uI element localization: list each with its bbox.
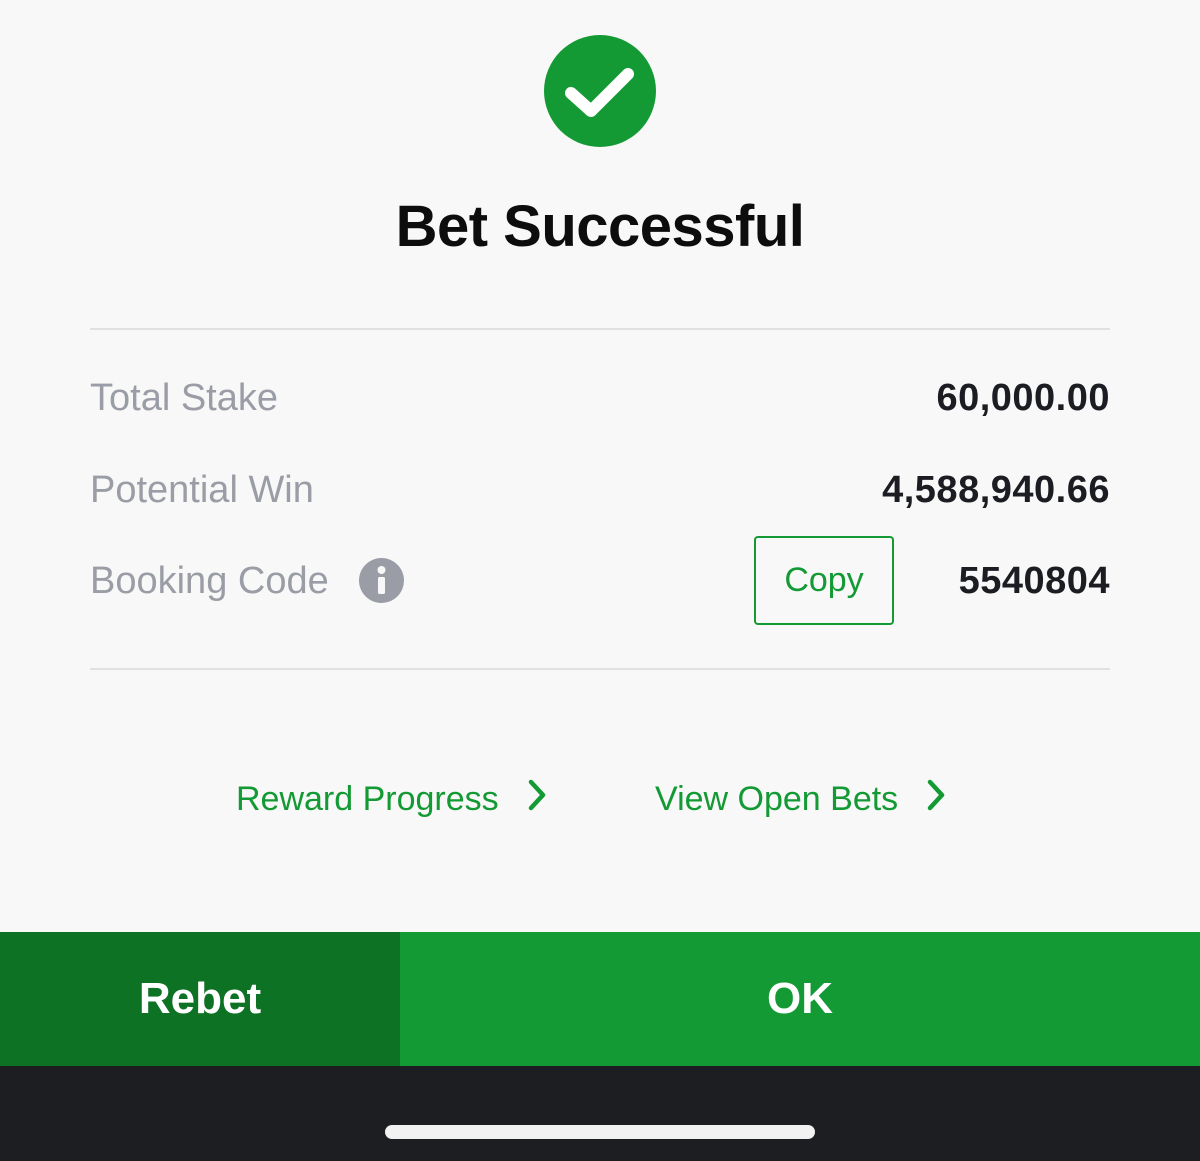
divider [90, 668, 1110, 670]
home-indicator[interactable] [385, 1125, 815, 1139]
total-stake-value: 60,000.00 [936, 377, 1110, 419]
potential-win-label: Potential Win [90, 469, 314, 511]
page-title: Bet Successful [395, 194, 805, 259]
view-open-bets-link[interactable]: View Open Bets [655, 776, 946, 822]
booking-code-value: 5540804 [958, 560, 1110, 602]
divider [90, 328, 1110, 330]
home-indicator-area [0, 1066, 1200, 1161]
view-open-bets-label: View Open Bets [655, 779, 899, 818]
ok-button[interactable]: OK [400, 932, 1200, 1066]
chevron-right-icon [527, 778, 547, 821]
action-bar: Rebet OK [0, 932, 1200, 1066]
info-icon[interactable] [359, 558, 404, 603]
rebet-button[interactable]: Rebet [0, 932, 400, 1066]
reward-progress-link[interactable]: Reward Progress [236, 776, 547, 822]
check-circle-icon [544, 35, 656, 147]
total-stake-label: Total Stake [90, 377, 278, 419]
booking-code-label: Booking Code [90, 560, 329, 602]
copy-button[interactable]: Copy [754, 536, 894, 625]
bet-success-screen: Bet Successful Total Stake 60,000.00 Pot… [0, 0, 1200, 1161]
chevron-right-icon [926, 778, 946, 821]
reward-progress-label: Reward Progress [236, 779, 499, 818]
potential-win-value: 4,588,940.66 [882, 469, 1110, 511]
